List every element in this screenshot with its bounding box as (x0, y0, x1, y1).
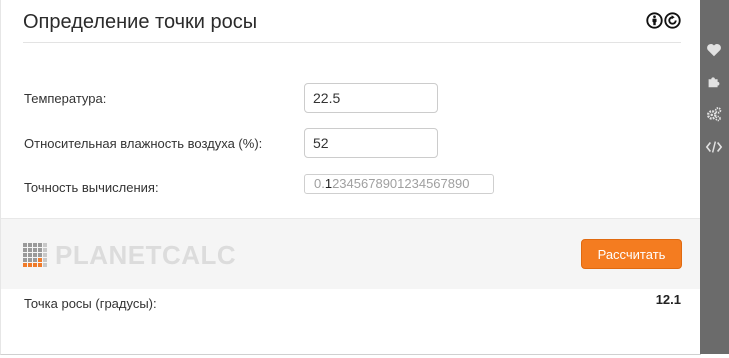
calculator-card: Определение точки росы Температура: Отно… (0, 0, 701, 355)
precision-label: Точность вычисления: (24, 180, 159, 195)
humidity-label: Относительная влажность воздуха (%): (24, 136, 263, 151)
puzzle-icon[interactable] (705, 72, 723, 90)
precision-prefix: 0. (314, 176, 325, 191)
cc-by-icon[interactable] (646, 12, 663, 29)
heart-icon[interactable] (705, 41, 723, 59)
planetcalc-logo: PLANETCALC (23, 242, 236, 268)
page-title: Определение точки росы (23, 11, 258, 33)
result-value: 12.1 (655, 292, 681, 307)
action-band: PLANETCALC Рассчитать (1, 218, 701, 289)
precision-slider[interactable]: 0.12345678901234567890 (304, 174, 494, 194)
side-toolbar (700, 0, 729, 354)
gears-icon[interactable] (705, 105, 723, 123)
calculate-button[interactable]: Рассчитать (581, 239, 682, 269)
license-icons[interactable] (646, 12, 681, 29)
temperature-label: Температура: (24, 91, 107, 106)
precision-rest-digits: 2345678901234567890 (332, 176, 470, 191)
humidity-input[interactable] (304, 128, 438, 158)
calculator-header: Определение точки росы (23, 10, 681, 43)
code-icon[interactable] (705, 138, 723, 156)
result-label: Точка росы (градусы): (24, 296, 157, 311)
planetcalc-logo-icon (23, 243, 47, 267)
precision-selected-digit: 1 (324, 176, 333, 191)
cc-sa-icon[interactable] (664, 12, 681, 29)
page: Определение точки росы Температура: Отно… (0, 0, 729, 358)
planetcalc-logo-text: PLANETCALC (55, 240, 237, 270)
temperature-input[interactable] (304, 83, 438, 113)
